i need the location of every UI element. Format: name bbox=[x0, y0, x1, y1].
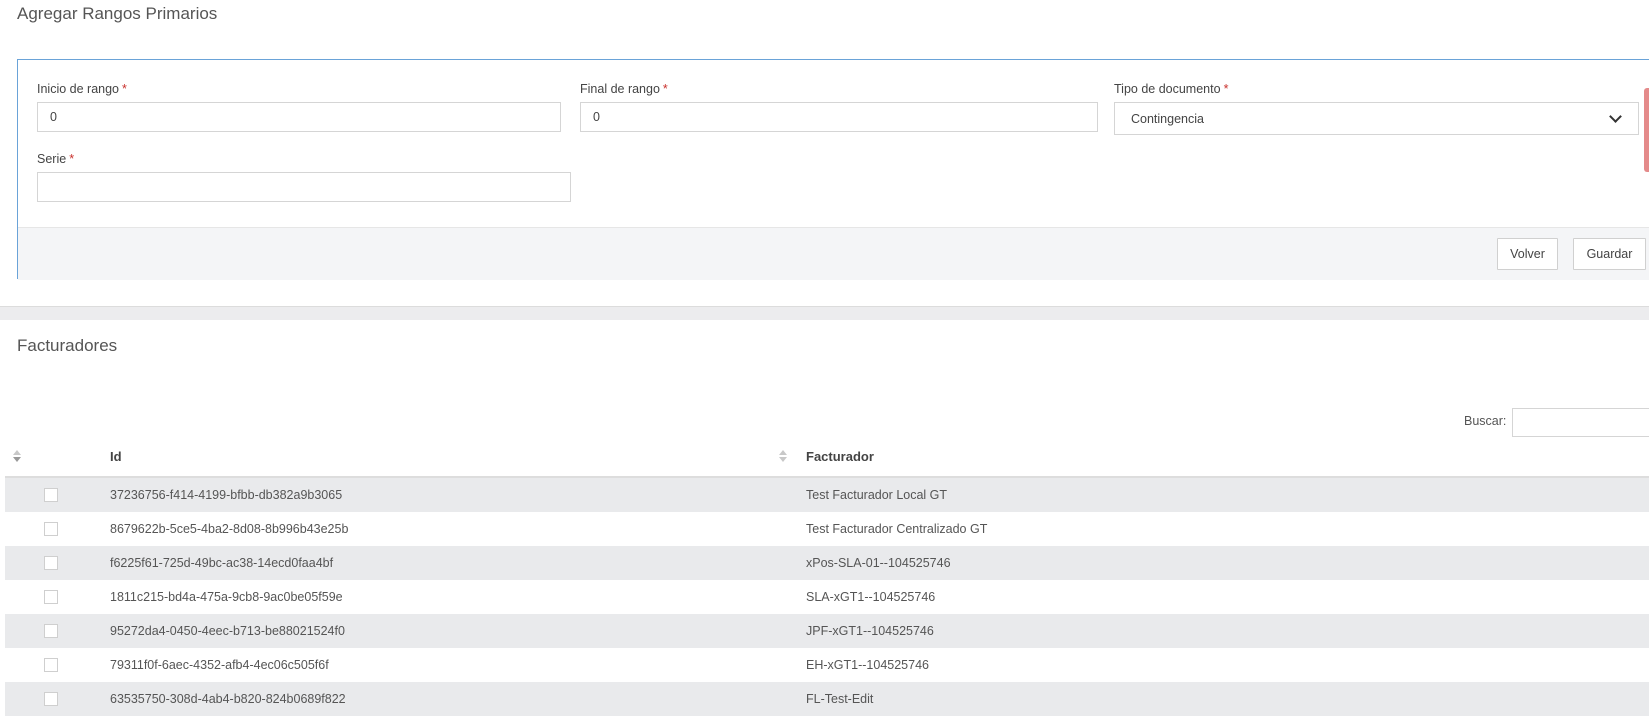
required-marker: * bbox=[122, 82, 127, 96]
search-input[interactable] bbox=[1512, 408, 1649, 437]
table-row[interactable]: 37236756-f414-4199-bfbb-db382a9b3065 Tes… bbox=[5, 478, 1649, 512]
final-label: Final de rango * bbox=[580, 82, 668, 96]
facturadores-title: Facturadores bbox=[17, 336, 118, 355]
table-row[interactable]: 79311f0f-6aec-4352-afb4-4ec06c505f6f EH-… bbox=[5, 648, 1649, 682]
cell-facturador: JPF-xGT1--104525746 bbox=[806, 624, 934, 638]
required-marker: * bbox=[662, 82, 668, 96]
cell-id: 63535750-308d-4ab4-b820-824b0689f822 bbox=[110, 692, 346, 706]
range-form-panel: Inicio de rango * 0 Final de rango * 0 Tip… bbox=[17, 59, 1649, 280]
column-header-id[interactable]: Id bbox=[110, 449, 122, 464]
inicio-input[interactable]: 0 bbox=[37, 102, 561, 132]
page-title: Agregar Rangos Primarios bbox=[17, 4, 218, 23]
facturadores-table: Id Facturador 37236756-f414-4199-bfbb-db… bbox=[5, 438, 1649, 716]
cell-facturador: SLA-xGT1--104525746 bbox=[806, 590, 936, 604]
cell-id: 1811c215-bd4a-475a-9cb8-9ac0be05f59e bbox=[110, 590, 343, 604]
table-header: Id Facturador bbox=[5, 438, 1649, 478]
row-checkbox[interactable] bbox=[44, 658, 58, 672]
tipo-label-text: Tipo de documento bbox=[1114, 82, 1221, 96]
cell-id: 95272da4-0450-4eec-b713-be88021524f0 bbox=[110, 624, 345, 638]
cell-facturador: EH-xGT1--104525746 bbox=[806, 658, 929, 672]
tipo-selected-value: Contingencia bbox=[1131, 111, 1204, 126]
row-checkbox[interactable] bbox=[44, 488, 58, 502]
volver-button[interactable]: Volver bbox=[1497, 238, 1558, 270]
final-label-text: Final de rango bbox=[580, 82, 660, 96]
sort-icon[interactable] bbox=[13, 450, 21, 464]
cell-facturador: Test Facturador Centralizado GT bbox=[806, 522, 988, 536]
final-input[interactable]: 0 bbox=[580, 102, 1098, 132]
required-marker: * bbox=[69, 152, 75, 166]
section-separator bbox=[0, 306, 1649, 320]
cell-facturador: Test Facturador Local GT bbox=[806, 488, 948, 502]
table-row[interactable]: f6225f61-725d-49bc-ac38-14ecd0faa4bf xPo… bbox=[5, 546, 1649, 580]
table-row[interactable]: 95272da4-0450-4eec-b713-be88021524f0 JPF… bbox=[5, 614, 1649, 648]
cell-facturador: xPos-SLA-01--104525746 bbox=[806, 556, 951, 570]
required-marker: * bbox=[1223, 82, 1229, 96]
cell-id: 79311f0f-6aec-4352-afb4-4ec06c505f6f bbox=[110, 658, 329, 672]
form-footer: Volver Guardar bbox=[18, 227, 1649, 280]
sort-icon[interactable] bbox=[779, 450, 787, 464]
cell-facturador: FL-Test-Edit bbox=[806, 692, 874, 706]
table-row[interactable]: 8679622b-5ce5-4ba2-8d08-8b996b43e25b Tes… bbox=[5, 512, 1649, 546]
cell-id: f6225f61-725d-49bc-ac38-14ecd0faa4bf bbox=[110, 556, 334, 570]
tipo-label: Tipo de documento * bbox=[1114, 82, 1228, 96]
cell-id: 8679622b-5ce5-4ba2-8d08-8b996b43e25b bbox=[110, 522, 349, 536]
table-row[interactable]: 63535750-308d-4ab4-b820-824b0689f822 FL-… bbox=[5, 682, 1649, 716]
search-label: Buscar: bbox=[1464, 414, 1507, 428]
row-checkbox[interactable] bbox=[44, 522, 58, 536]
serie-label: Serie * bbox=[37, 152, 74, 166]
table-row[interactable]: 1811c215-bd4a-475a-9cb8-9ac0be05f59e SLA… bbox=[5, 580, 1649, 614]
guardar-button[interactable]: Guardar bbox=[1573, 238, 1646, 270]
cell-id: 37236756-f414-4199-bfbb-db382a9b3065 bbox=[110, 488, 343, 502]
row-checkbox[interactable] bbox=[44, 556, 58, 570]
serie-label-text: Serie bbox=[37, 152, 67, 166]
row-checkbox[interactable] bbox=[44, 692, 58, 706]
side-tab-edge bbox=[1644, 88, 1649, 172]
inicio-label: Inicio de rango * bbox=[37, 82, 127, 96]
chevron-down-icon bbox=[1609, 110, 1622, 123]
serie-input[interactable] bbox=[37, 172, 571, 202]
column-header-facturador[interactable]: Facturador bbox=[806, 449, 874, 464]
row-checkbox[interactable] bbox=[44, 624, 58, 638]
tipo-select[interactable]: Contingencia bbox=[1114, 102, 1639, 135]
inicio-label-text: Inicio de rango bbox=[37, 82, 120, 96]
row-checkbox[interactable] bbox=[44, 590, 58, 604]
